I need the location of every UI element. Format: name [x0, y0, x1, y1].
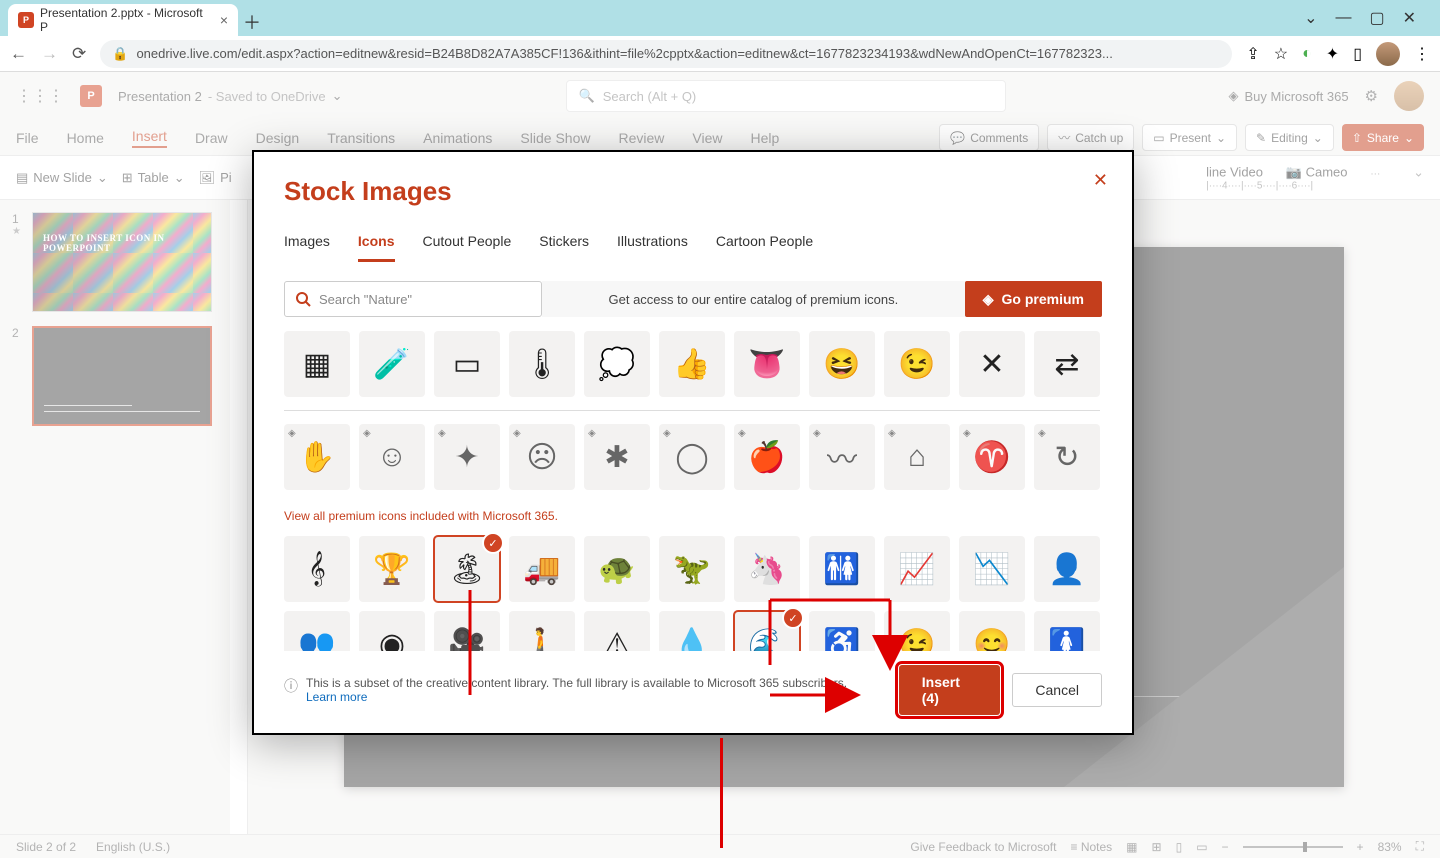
tab-cartoon-people[interactable]: Cartoon People [716, 233, 813, 262]
tools-icon-tile[interactable]: ✕ [959, 331, 1025, 397]
tab-cutout-people[interactable]: Cutout People [423, 233, 512, 262]
kebab-menu-icon[interactable]: ⋮ [1414, 44, 1430, 64]
test-tubes-icon-tile[interactable]: 🧪 [359, 331, 425, 397]
new-tab-button[interactable]: ＋ [238, 8, 266, 36]
woman-icon-tile[interactable]: 🚺 [1034, 611, 1100, 651]
premium-banner: Get access to our entire catalog of prem… [542, 281, 965, 317]
fish-hand-icon-tile[interactable]: ✋ [284, 424, 350, 490]
tab-illustrations[interactable]: Illustrations [617, 233, 688, 262]
angel-smile-icon-tile[interactable]: ☺ [359, 424, 425, 490]
aries-icon-tile[interactable]: ♈ [959, 424, 1025, 490]
house-analytics-icon-tile[interactable]: ⌂ [884, 424, 950, 490]
back-icon[interactable]: ← [10, 44, 27, 64]
tab-title: Presentation 2.pptx - Microsoft P [40, 6, 214, 34]
learn-more-link[interactable]: Learn more [306, 690, 367, 704]
user-icon-tile[interactable]: 👤 [1034, 536, 1100, 602]
walking-icon-tile[interactable]: 🚶 [509, 611, 575, 651]
laugh-squint-icon-tile[interactable]: 😆 [809, 331, 875, 397]
venn-icon-tile[interactable]: ◉ [359, 611, 425, 651]
laugh-wink-icon-tile[interactable]: 😉 [884, 331, 950, 397]
close-window-icon[interactable]: ✕ [1403, 8, 1416, 28]
tropical-icon-tile[interactable]: 🏝 [434, 536, 500, 602]
chevron-down-icon[interactable]: ⌄ [1304, 8, 1317, 28]
chart-down-icon-tile[interactable]: 📉 [959, 536, 1025, 602]
trophy-icon-tile[interactable]: 🏆 [359, 536, 425, 602]
restroom-icon-tile[interactable]: 🚻 [809, 536, 875, 602]
powerpoint-favicon: P [18, 12, 34, 28]
address-bar: ← → ⟳ 🔒 onedrive.live.com/edit.aspx?acti… [0, 36, 1440, 72]
maximize-icon[interactable]: ▢ [1369, 8, 1384, 28]
tab-close-icon[interactable]: × [220, 12, 228, 28]
video-camera-icon-tile[interactable]: 🎥 [434, 611, 500, 651]
water-drop-icon-tile[interactable]: 💧 [659, 611, 725, 651]
aperture-icon-tile[interactable]: ◯ [659, 424, 725, 490]
users-icon-tile[interactable]: 👥 [284, 611, 350, 651]
dialog-close-button[interactable]: ✕ [1093, 170, 1108, 191]
treble-clef-icon-tile[interactable]: 𝄞 [284, 536, 350, 602]
insert-button[interactable]: Insert (4) [899, 665, 1001, 715]
view-premium-link[interactable]: View all premium icons included with Mic… [284, 509, 1100, 523]
go-premium-button[interactable]: ◈ Go premium [965, 281, 1102, 317]
icon-search-input[interactable]: Search "Nature" [284, 281, 542, 317]
wink-icon-tile[interactable]: 😉 [884, 611, 950, 651]
forward-icon: → [41, 44, 58, 64]
dialog-title: Stock Images [284, 176, 1102, 207]
turtle-icon-tile[interactable]: 🐢 [584, 536, 650, 602]
stock-images-dialog: Stock Images ✕ Images Icons Cutout Peopl… [252, 150, 1134, 735]
apple-icon-tile[interactable]: 🍎 [734, 424, 800, 490]
tab-stickers[interactable]: Stickers [539, 233, 589, 262]
footer-info: ⓘ This is a subset of the creative conte… [284, 676, 875, 704]
tongue-icon-tile[interactable]: 👅 [734, 331, 800, 397]
url-field[interactable]: 🔒 onedrive.live.com/edit.aspx?action=edi… [100, 40, 1232, 68]
panel-icon[interactable]: ▯ [1353, 44, 1362, 64]
trex-icon-tile[interactable]: 🦖 [659, 536, 725, 602]
reload-icon[interactable]: ⟳ [72, 44, 86, 64]
share-url-icon[interactable]: ⇪ [1246, 44, 1259, 64]
info-icon: ⓘ [284, 676, 298, 696]
wave-icon-tile[interactable]: 🌊 [734, 611, 800, 651]
lock-icon: 🔒 [112, 46, 128, 62]
cancel-button[interactable]: Cancel [1012, 673, 1102, 707]
tab-icons[interactable]: Icons [358, 233, 395, 262]
thought-icon-tile[interactable]: 💭 [584, 331, 650, 397]
wave-chart-icon-tile[interactable]: 〰 [809, 424, 875, 490]
angry-face-icon-tile[interactable]: ☹ [509, 424, 575, 490]
transfer-icon-tile[interactable]: ⇄ [1034, 331, 1100, 397]
dialog-tabs: Images Icons Cutout People Stickers Illu… [284, 233, 1102, 263]
wheelchair-icon-tile[interactable]: ♿ [809, 611, 875, 651]
browser-tab-strip: P Presentation 2.pptx - Microsoft P × ＋ … [0, 0, 1440, 36]
icon-grid: ▦🧪▭🌡💭👍👅😆😉✕⇄✋☺✦☹✱◯🍎〰⌂♈↻View all premium i… [284, 331, 1102, 651]
warning-icon-tile[interactable]: ⚠ [584, 611, 650, 651]
diamond-icon: ◈ [983, 291, 994, 308]
unicorn-icon-tile[interactable]: 🦄 [734, 536, 800, 602]
minimize-icon[interactable]: — [1335, 9, 1351, 27]
presentation-icon-tile[interactable]: ▦ [284, 331, 350, 397]
window-controls: ⌄ — ▢ ✕ [1288, 0, 1432, 36]
url-text: onedrive.live.com/edit.aspx?action=editn… [136, 46, 1112, 61]
tab-images[interactable]: Images [284, 233, 330, 262]
puzzle-icon[interactable]: ✦ [1326, 44, 1339, 64]
profile-avatar[interactable] [1376, 42, 1400, 66]
thumbs-up-icon-tile[interactable]: 👍 [659, 331, 725, 397]
cycle-icon-tile[interactable]: ↻ [1034, 424, 1100, 490]
star-icon[interactable]: ☆ [1274, 44, 1288, 64]
line-chart-icon-tile[interactable]: 📈 [884, 536, 950, 602]
thermometer-icon-tile[interactable]: 🌡 [509, 331, 575, 397]
mosquito-icon-tile[interactable]: ✱ [584, 424, 650, 490]
truck-icon-tile[interactable]: 🚚 [509, 536, 575, 602]
compress-icon-tile[interactable]: ✦ [434, 424, 500, 490]
theater-icon-tile[interactable]: ▭ [434, 331, 500, 397]
extension-icon[interactable]: ◐ [1302, 45, 1312, 63]
wink-face-icon-tile[interactable]: 😊 [959, 611, 1025, 651]
search-icon [295, 291, 311, 307]
browser-tab[interactable]: P Presentation 2.pptx - Microsoft P × [8, 4, 238, 36]
